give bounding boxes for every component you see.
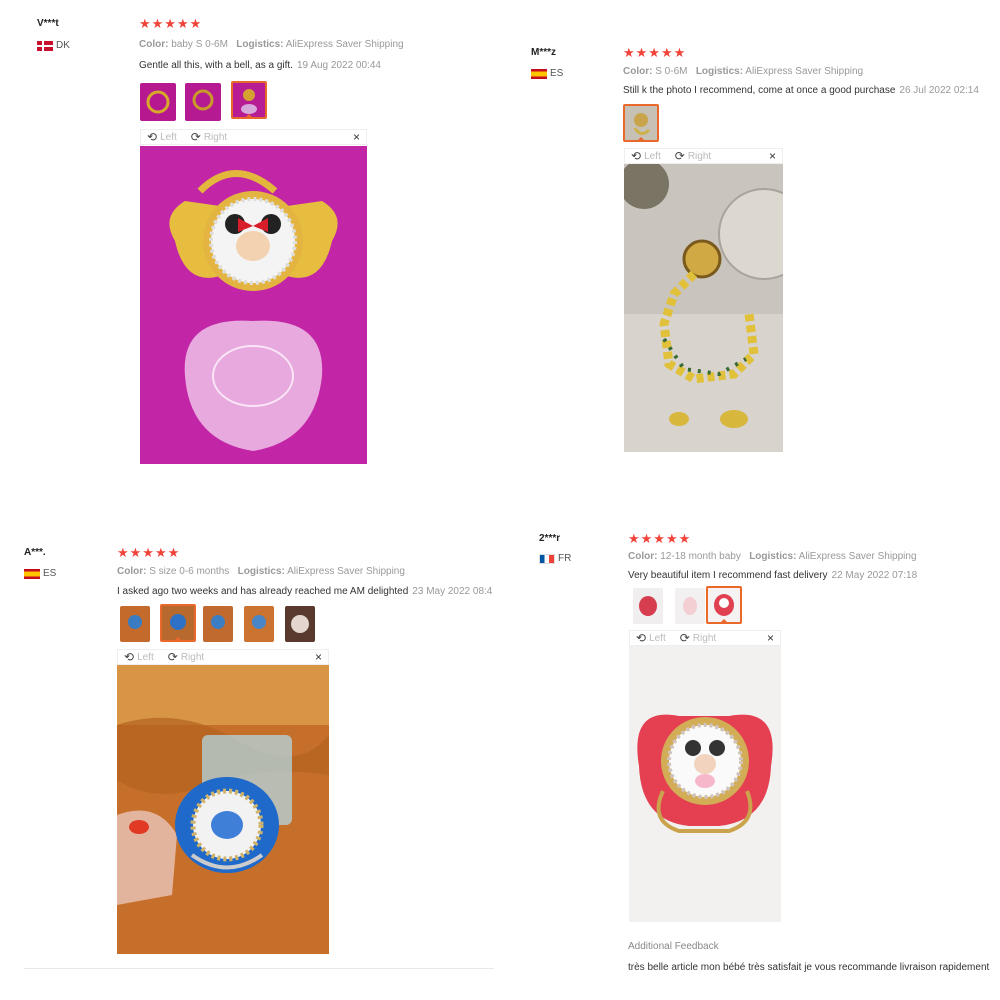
country-code: ES [43, 568, 57, 579]
reviewer-name: A***. [24, 547, 46, 558]
flag-es-icon [531, 68, 547, 79]
review-thumbnail[interactable] [185, 83, 221, 121]
review-thumbnail-selected[interactable] [623, 104, 659, 142]
rotate-right-label[interactable]: Right [181, 652, 204, 663]
image-toolbar: ⟲ Left ⟳ Right × [629, 630, 781, 646]
review-thumbnail[interactable] [203, 606, 233, 642]
reviewer-country: ES [24, 568, 56, 579]
rotate-left-icon[interactable]: ⟲ [631, 149, 641, 163]
review-thumbnail[interactable] [140, 83, 176, 121]
image-toolbar: ⟲ Left ⟳ Right × [624, 148, 783, 164]
review-date: 23 May 2022 08:4 [412, 586, 493, 597]
reviewer-name: V***t [37, 18, 59, 29]
rotate-left-label[interactable]: Left [644, 151, 661, 162]
flag-dk-icon [37, 40, 53, 51]
flag-es-icon [24, 568, 40, 579]
image-toolbar: ⟲ Left ⟳ Right × [140, 129, 367, 145]
country-code: FR [558, 553, 572, 564]
review-photo [140, 146, 367, 464]
review-date: 26 Jul 2022 02:14 [899, 85, 979, 96]
review-text: I asked ago two weeks and has already re… [117, 586, 493, 597]
review-thumbnail[interactable] [244, 606, 274, 642]
close-icon[interactable]: × [767, 631, 774, 645]
review-thumbnail[interactable] [285, 606, 315, 642]
close-icon[interactable]: × [769, 149, 776, 163]
review-thumbnail-selected[interactable] [706, 586, 742, 624]
rotate-left-label[interactable]: Left [160, 132, 177, 143]
reviewer-country: DK [37, 40, 70, 51]
reviewer-name: M***z [531, 47, 557, 58]
close-icon[interactable]: × [315, 650, 322, 664]
review-text: Still k the photo I recommend, come at o… [623, 85, 979, 96]
review-thumbnail-selected[interactable] [160, 604, 196, 642]
review-date: 22 May 2022 07:18 [831, 570, 918, 581]
star-rating: ★★★★★ [628, 531, 692, 546]
review-thumbnail-selected[interactable] [231, 81, 267, 119]
review-photo [624, 164, 783, 452]
rotate-left-icon[interactable]: ⟲ [124, 650, 134, 664]
rotate-left-icon[interactable]: ⟲ [147, 130, 157, 144]
sku-info: Color: S size 0-6 months Logistics: AliE… [117, 566, 405, 577]
image-toolbar: ⟲ Left ⟳ Right × [117, 649, 329, 665]
country-code: DK [56, 40, 70, 51]
rotate-right-icon[interactable]: ⟳ [680, 631, 690, 645]
review-thumbnail[interactable] [633, 588, 663, 624]
sku-info: Color: 12-18 month baby Logistics: AliEx… [628, 551, 917, 562]
review-thumbnail[interactable] [675, 588, 705, 624]
country-code: ES [550, 68, 564, 79]
additional-feedback-text: très belle article mon bébé très satisfa… [628, 962, 990, 973]
review-text: Very beautiful item I recommend fast del… [628, 570, 918, 581]
rotate-left-icon[interactable]: ⟲ [636, 631, 646, 645]
close-icon[interactable]: × [353, 130, 360, 144]
rotate-right-label[interactable]: Right [693, 633, 716, 644]
sku-info: Color: S 0-6M Logistics: AliExpress Save… [623, 66, 864, 77]
review-date: 19 Aug 2022 00:44 [296, 60, 381, 71]
star-rating: ★★★★★ [623, 45, 687, 60]
rotate-right-icon[interactable]: ⟳ [168, 650, 178, 664]
review-thumbnail[interactable] [120, 606, 150, 642]
rotate-right-label[interactable]: Right [204, 132, 227, 143]
rotate-right-icon[interactable]: ⟳ [191, 130, 201, 144]
reviewer-country: ES [531, 68, 563, 79]
star-rating: ★★★★★ [117, 545, 181, 560]
rotate-right-label[interactable]: Right [688, 151, 711, 162]
flag-fr-icon [539, 553, 555, 564]
review-text: Gentle all this, with a bell, as a gift.… [139, 60, 381, 71]
star-rating: ★★★★★ [139, 16, 203, 31]
additional-feedback-label: Additional Feedback [628, 941, 719, 952]
rotate-left-label[interactable]: Left [649, 633, 666, 644]
review-photo [117, 665, 329, 954]
sku-info: Color: baby S 0-6M Logistics: AliExpress… [139, 39, 404, 50]
review-divider [24, 968, 494, 969]
reviewer-name: 2***r [539, 533, 561, 544]
reviewer-country: FR [539, 553, 571, 564]
review-photo [629, 646, 781, 922]
rotate-left-label[interactable]: Left [137, 652, 154, 663]
rotate-right-icon[interactable]: ⟳ [675, 149, 685, 163]
